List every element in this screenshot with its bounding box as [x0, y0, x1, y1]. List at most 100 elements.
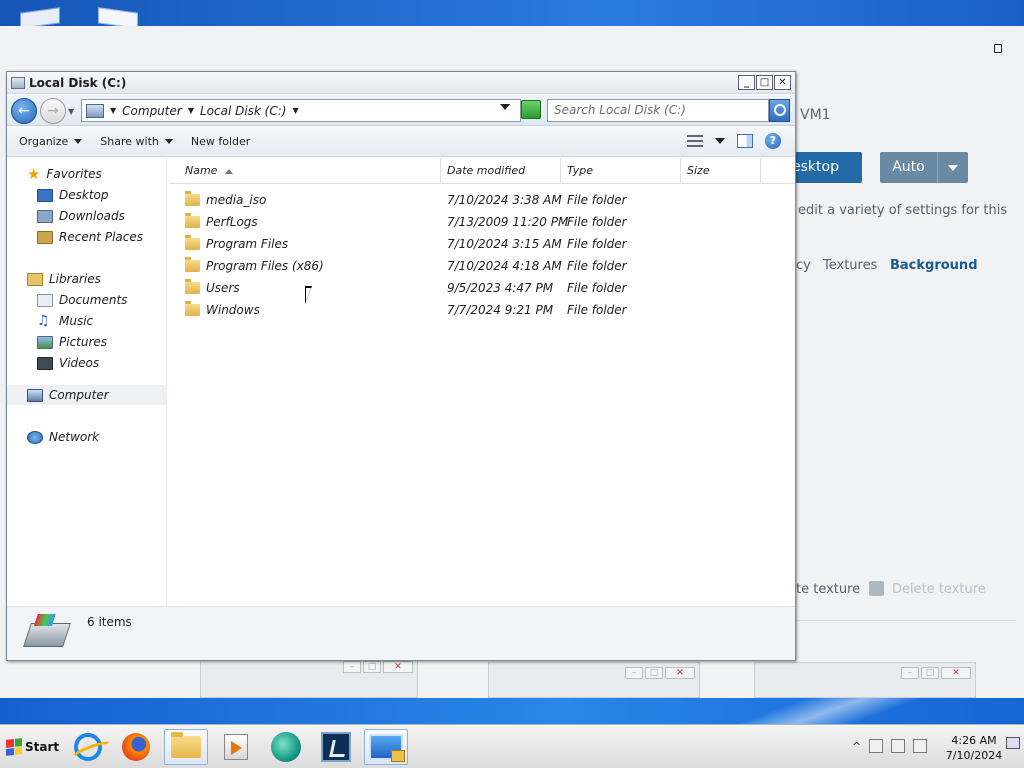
network-icon[interactable]: [891, 739, 906, 753]
title-bar[interactable]: Local Disk (C:) _ □ ✕: [7, 72, 795, 94]
help-icon[interactable]: ?: [765, 133, 781, 149]
nav-label: Downloads: [59, 209, 125, 223]
remote-desktop-icon: [369, 734, 405, 762]
file-type: File folder: [567, 281, 627, 295]
chevron-down-icon[interactable]: [938, 152, 968, 183]
close-button[interactable]: ✕: [774, 75, 791, 90]
media-player-icon: [224, 734, 248, 760]
divider: [796, 620, 1016, 621]
media-player-taskbar-button[interactable]: [214, 729, 258, 765]
column-date-modified[interactable]: Date modified: [441, 158, 561, 184]
app-taskbar-button[interactable]: [264, 729, 308, 765]
computer-icon: [86, 103, 104, 118]
history-dropdown-icon[interactable]: ▼: [68, 107, 74, 116]
view-options-icon[interactable]: [687, 135, 703, 147]
column-type-label: Type: [567, 164, 594, 177]
table-row[interactable]: Windows 7/7/2024 9:21 PM File folder: [169, 300, 795, 322]
share-with-button[interactable]: Share with: [94, 131, 179, 153]
breadcrumb-computer[interactable]: Computer: [122, 104, 182, 118]
chevron-down-icon: [74, 139, 83, 144]
firefox-icon: [122, 733, 150, 761]
action-center-flag-icon[interactable]: [869, 739, 884, 753]
nav-pictures[interactable]: Pictures: [37, 332, 107, 352]
tab-background[interactable]: Background: [890, 258, 978, 273]
breadcrumb-chevron-icon[interactable]: ▼: [110, 106, 116, 115]
chevron-down-icon: [164, 139, 173, 144]
address-dropdown-icon[interactable]: [500, 104, 510, 110]
maximize-button[interactable]: □: [756, 75, 773, 90]
auto-button-label[interactable]: Auto: [880, 152, 938, 183]
clock[interactable]: 4:26 AM 7/10/2024: [944, 733, 1004, 763]
show-desktop-icon[interactable]: [1006, 737, 1020, 749]
desktop-button[interactable]: esktop: [790, 152, 862, 183]
maximize-icon[interactable]: [994, 44, 1002, 53]
table-row[interactable]: Program Files 7/10/2024 3:15 AM File fol…: [169, 234, 795, 256]
window-title: Local Disk (C:): [29, 75, 127, 90]
column-headers: Name Date modified Type Size: [169, 158, 795, 184]
nav-label: Documents: [59, 293, 128, 307]
file-type: File folder: [567, 259, 627, 273]
explorer-taskbar-button[interactable]: [164, 729, 208, 765]
file-date: 7/10/2024 3:38 AM: [447, 193, 562, 207]
minimize-button[interactable]: _: [738, 75, 755, 90]
internet-explorer-taskbar-button[interactable]: [66, 729, 110, 765]
window-thumbnail[interactable]: – □ ✕: [200, 656, 418, 698]
nav-downloads[interactable]: Downloads: [37, 206, 125, 226]
nav-computer[interactable]: Computer: [7, 385, 167, 405]
folder-icon: [185, 279, 200, 294]
file-date: 7/7/2024 9:21 PM: [447, 303, 554, 317]
file-type: File folder: [567, 193, 627, 207]
nav-documents[interactable]: Documents: [37, 290, 127, 310]
delete-texture-button[interactable]: Delete texture: [892, 582, 986, 597]
tab-partial[interactable]: cy: [796, 258, 811, 273]
add-texture-link[interactable]: te texture: [796, 582, 860, 597]
back-button[interactable]: ←: [11, 98, 37, 124]
breadcrumb-chevron-icon[interactable]: ▼: [292, 106, 298, 115]
file-name: media_iso: [206, 193, 267, 207]
address-bar[interactable]: ▼ Computer ▼ Local Disk (C:) ▼: [81, 99, 521, 122]
table-row[interactable]: Program Files (x86) 7/10/2024 4:18 AM Fi…: [169, 256, 795, 278]
column-name[interactable]: Name: [179, 158, 441, 184]
nav-network[interactable]: Network: [27, 427, 99, 447]
column-size[interactable]: Size: [681, 158, 761, 184]
mouse-cursor-icon: [305, 286, 319, 304]
vm-app-taskbar-button[interactable]: [314, 729, 358, 765]
file-date: 7/10/2024 4:18 AM: [447, 259, 562, 273]
file-list: media_iso 7/10/2024 3:38 AM File folder …: [169, 190, 795, 322]
new-folder-button[interactable]: New folder: [185, 131, 256, 153]
nav-libraries[interactable]: Libraries: [27, 269, 101, 289]
nav-label: Music: [59, 314, 94, 328]
search-input[interactable]: Search Local Disk (C:): [547, 99, 769, 122]
search-icon[interactable]: [769, 99, 790, 122]
chevron-down-icon[interactable]: [715, 138, 725, 144]
volume-muted-icon[interactable]: [913, 739, 928, 753]
tab-textures[interactable]: Textures: [823, 258, 877, 273]
window-thumbnail[interactable]: – □ ✕: [488, 662, 700, 698]
window-thumbnail[interactable]: – □ ✕: [754, 662, 976, 698]
table-row[interactable]: media_iso 7/10/2024 3:38 AM File folder: [169, 190, 795, 212]
show-hidden-icons-button[interactable]: ^: [852, 740, 861, 753]
refresh-icon[interactable]: [521, 100, 541, 119]
preview-pane-icon[interactable]: [737, 134, 753, 148]
firefox-taskbar-button[interactable]: [114, 729, 158, 765]
start-button[interactable]: Start: [2, 734, 63, 760]
folder-icon: [185, 301, 200, 316]
column-size-label: Size: [687, 164, 710, 177]
breadcrumb-chevron-icon[interactable]: ▼: [188, 106, 194, 115]
windows-logo-icon: [6, 738, 22, 756]
auto-split-button[interactable]: Auto: [880, 152, 968, 183]
organize-button[interactable]: Organize: [13, 131, 88, 153]
column-type[interactable]: Type: [561, 158, 681, 184]
nav-recent-places[interactable]: Recent Places: [37, 227, 143, 247]
forward-button[interactable]: →: [40, 98, 66, 124]
nav-favorites[interactable]: ★ Favorites: [27, 164, 102, 184]
breadcrumb-local-disk[interactable]: Local Disk (C:): [200, 104, 287, 118]
table-row[interactable]: Users 9/5/2023 4:47 PM File folder: [169, 278, 795, 300]
file-date: 7/13/2009 11:20 PM: [447, 215, 569, 229]
nav-music[interactable]: ♫ Music: [37, 311, 93, 331]
nav-videos[interactable]: Videos: [37, 353, 99, 373]
nav-label: Videos: [59, 356, 100, 370]
table-row[interactable]: PerfLogs 7/13/2009 11:20 PM File folder: [169, 212, 795, 234]
remote-desktop-taskbar-button[interactable]: [364, 729, 408, 765]
nav-desktop[interactable]: Desktop: [37, 185, 109, 205]
